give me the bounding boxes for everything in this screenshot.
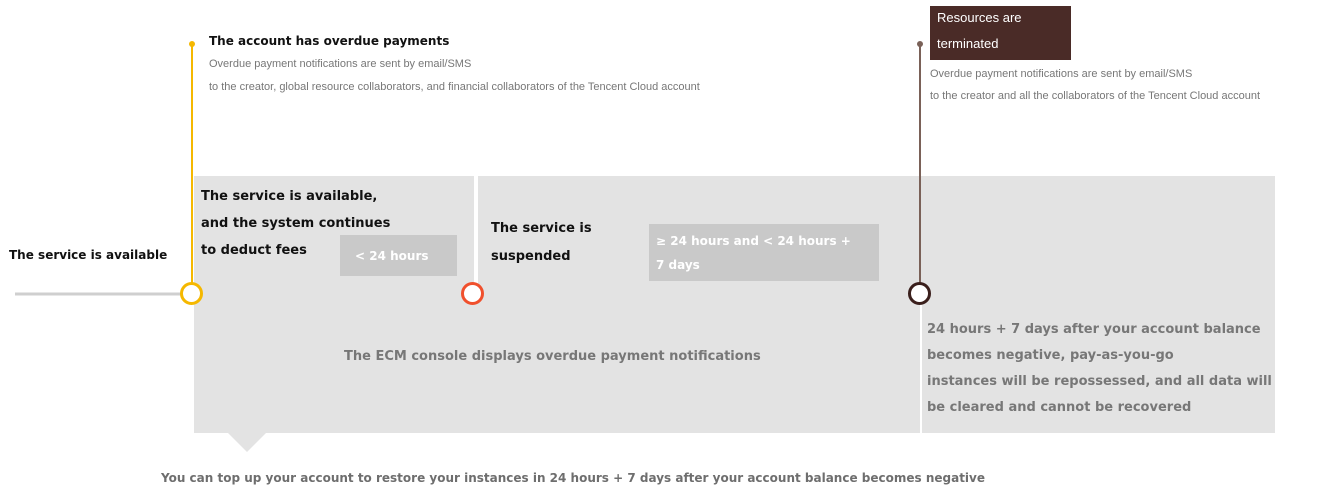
terminated-connector-dot — [917, 41, 923, 47]
stage-deduct-line2: and the system continues — [201, 216, 391, 231]
stage-suspended-line2: suspended — [491, 249, 571, 264]
callout-pointer — [228, 433, 266, 452]
marker-terminated — [908, 282, 931, 305]
reclaim-notice-line2: becomes negative, pay-as-you-go — [927, 348, 1174, 363]
overdue-event-note-line2: to the creator, global resource collabor… — [209, 81, 700, 93]
stage-suspended-duration-tag: ≥ 24 hours and < 24 hours + 7 days — [649, 224, 879, 281]
terminated-event-callout: Resources are terminated — [930, 6, 1071, 60]
overdue-connector-dot — [189, 41, 195, 47]
stage-deduct-duration-tag: < 24 hours — [340, 235, 457, 276]
console-notice: The ECM console displays overdue payment… — [344, 349, 761, 364]
stage-suspended-line1: The service is — [491, 221, 592, 236]
stage-deduct-duration: < 24 hours — [355, 249, 429, 263]
topup-notice: You can top up your account to restore y… — [161, 471, 986, 485]
terminated-event-title-line1: Resources are — [937, 10, 1022, 25]
stage-available-label: The service is available — [9, 248, 168, 262]
marker-overdue — [180, 282, 203, 305]
terminated-event-note-line1: Overdue payment notifications are sent b… — [930, 68, 1193, 80]
reclaim-notice-line3: instances will be repossessed, and all d… — [927, 374, 1272, 389]
marker-suspended — [461, 282, 484, 305]
overdue-event-note-line1: Overdue payment notifications are sent b… — [209, 58, 472, 70]
reclaim-notice-line4: be cleared and cannot be recovered — [927, 400, 1192, 415]
stage-deduct-line3: to deduct fees — [201, 243, 307, 258]
overdue-event-title: The account has overdue payments — [209, 34, 450, 48]
stage-suspended-duration-line1: ≥ 24 hours and < 24 hours + — [656, 234, 851, 248]
reclaim-notice-line1: 24 hours + 7 days after your account bal… — [927, 322, 1261, 337]
stage-suspended-duration-line2: 7 days — [656, 258, 700, 272]
stage-deduct-line1: The service is available, — [201, 189, 378, 204]
terminated-event-note-line2: to the creator and all the collaborators… — [930, 90, 1261, 102]
terminated-event-title-line2: terminated — [937, 36, 999, 51]
